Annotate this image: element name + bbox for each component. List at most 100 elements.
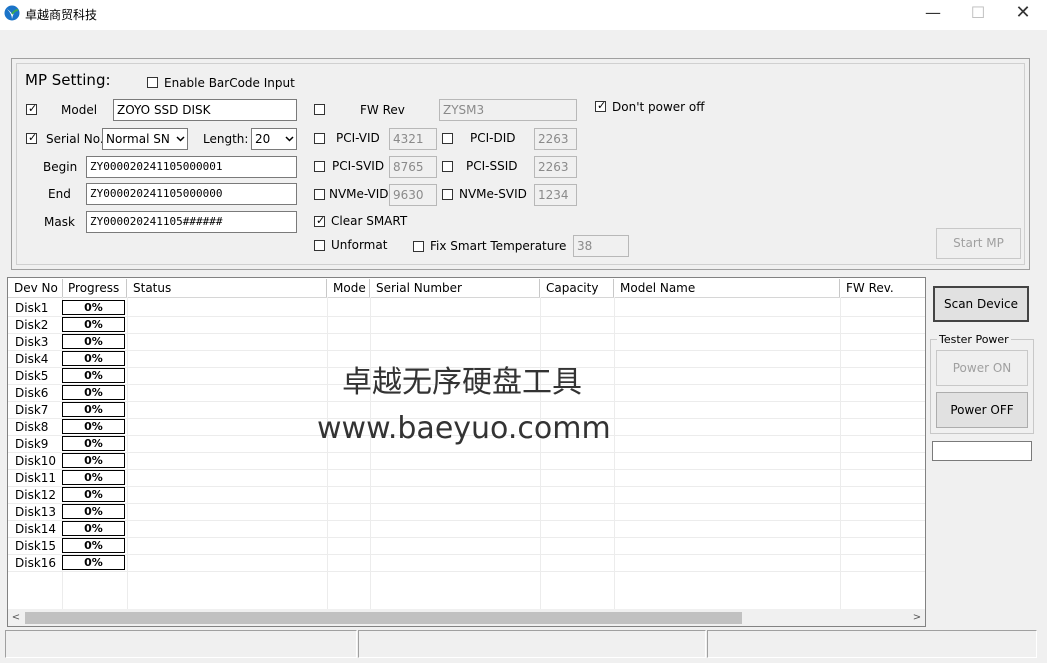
nvme-svid-checkbox[interactable] bbox=[442, 189, 453, 200]
table-row-dev-no[interactable]: Disk10 bbox=[15, 454, 56, 468]
scrollbar-thumb[interactable] bbox=[25, 612, 742, 624]
column-header-fw-rev[interactable]: FW Rev. bbox=[840, 279, 925, 297]
table-row-dev-no[interactable]: Disk12 bbox=[15, 488, 56, 502]
column-header-mode[interactable]: Mode bbox=[327, 279, 370, 297]
column-gridline bbox=[614, 297, 615, 609]
column-header-model-name[interactable]: Model Name bbox=[614, 279, 840, 297]
nvme-vid-checkbox[interactable] bbox=[314, 189, 325, 200]
table-row-dev-no[interactable]: Disk9 bbox=[15, 437, 48, 451]
progress-bar: 0% bbox=[62, 521, 125, 536]
progress-bar: 0% bbox=[62, 334, 125, 349]
pci-svid-input[interactable]: 8765 bbox=[389, 156, 437, 178]
pci-did-checkbox[interactable] bbox=[442, 133, 453, 144]
table-row-dev-no[interactable]: Disk11 bbox=[15, 471, 56, 485]
mask-label: Mask bbox=[44, 215, 75, 229]
scan-device-button[interactable]: Scan Device bbox=[933, 286, 1029, 322]
column-header-status[interactable]: Status bbox=[127, 279, 327, 297]
dont-power-off-checkbox[interactable]: ✓ bbox=[595, 99, 607, 112]
maximize-button[interactable]: ☐ bbox=[955, 0, 1001, 28]
progress-bar: 0% bbox=[62, 300, 125, 315]
table-row-dev-no[interactable]: Disk13 bbox=[15, 505, 56, 519]
header-divider bbox=[8, 297, 925, 298]
clear-smart-label: Clear SMART bbox=[331, 214, 408, 228]
nvme-vid-input[interactable]: 9630 bbox=[389, 184, 437, 206]
fw-rev-checkbox[interactable] bbox=[314, 104, 325, 115]
nvme-svid-label: NVMe-SVID bbox=[459, 187, 527, 201]
checkmark-icon: ✓ bbox=[28, 102, 38, 115]
close-button[interactable]: ✕ bbox=[1000, 0, 1046, 28]
row-gridline bbox=[8, 554, 925, 555]
table-row-dev-no[interactable]: Disk5 bbox=[15, 369, 48, 383]
status-bar-panel-3 bbox=[707, 630, 1037, 658]
enable-barcode-checkbox[interactable] bbox=[147, 77, 158, 88]
column-gridline bbox=[540, 297, 541, 609]
row-gridline bbox=[8, 350, 925, 351]
checkmark-icon: ✓ bbox=[597, 99, 607, 112]
pci-ssid-input[interactable]: 2263 bbox=[534, 156, 577, 178]
scroll-right-icon[interactable]: > bbox=[910, 610, 924, 625]
pci-vid-input[interactable]: 4321 bbox=[389, 128, 437, 150]
progress-bar: 0% bbox=[62, 453, 125, 468]
fix-smart-temp-checkbox[interactable] bbox=[413, 241, 424, 252]
table-row-dev-no[interactable]: Disk16 bbox=[15, 556, 56, 570]
serial-mode-select[interactable]: Normal SN bbox=[102, 128, 188, 150]
fix-smart-temp-input[interactable]: 38 bbox=[573, 235, 629, 257]
minimize-button[interactable]: — bbox=[910, 0, 956, 28]
pci-svid-label: PCI-SVID bbox=[332, 159, 385, 173]
row-gridline bbox=[8, 469, 925, 470]
power-on-button[interactable]: Power ON bbox=[936, 350, 1028, 386]
pci-svid-checkbox[interactable] bbox=[314, 161, 325, 172]
column-header-serial-number[interactable]: Serial Number bbox=[370, 279, 540, 297]
length-value: 20 bbox=[255, 132, 271, 146]
end-label: End bbox=[48, 187, 71, 201]
enable-barcode-label: Enable BarCode Input bbox=[164, 76, 295, 90]
window-title: 卓越商贸科技 bbox=[25, 8, 98, 22]
length-select[interactable]: 20 bbox=[251, 128, 297, 150]
pci-did-label: PCI-DID bbox=[470, 131, 516, 145]
end-input[interactable]: ZY000020241105000000 bbox=[86, 183, 297, 205]
start-mp-button[interactable]: Start MP bbox=[936, 228, 1021, 259]
mask-input[interactable]: ZY000020241105###### bbox=[86, 211, 297, 233]
column-header-capacity[interactable]: Capacity bbox=[540, 279, 614, 297]
progress-bar: 0% bbox=[62, 504, 125, 519]
column-gridline bbox=[370, 297, 371, 609]
pci-vid-label: PCI-VID bbox=[336, 131, 380, 145]
row-gridline bbox=[8, 486, 925, 487]
table-row-dev-no[interactable]: Disk6 bbox=[15, 386, 48, 400]
table-row-dev-no[interactable]: Disk14 bbox=[15, 522, 56, 536]
pci-ssid-checkbox[interactable] bbox=[442, 161, 453, 172]
column-header-progress[interactable]: Progress bbox=[62, 279, 127, 297]
table-row-dev-no[interactable]: Disk15 bbox=[15, 539, 56, 553]
column-header-dev-no[interactable]: Dev No bbox=[8, 279, 63, 297]
serial-label: Serial No. bbox=[46, 132, 104, 146]
unformat-checkbox[interactable] bbox=[314, 240, 325, 251]
table-row-dev-no[interactable]: Disk1 bbox=[15, 301, 48, 315]
model-input[interactable]: ZOYO SSD DISK bbox=[113, 99, 297, 121]
pci-ssid-label: PCI-SSID bbox=[466, 159, 518, 173]
table-row-dev-no[interactable]: Disk7 bbox=[15, 403, 48, 417]
scroll-left-icon[interactable]: < bbox=[9, 610, 23, 625]
table-row-dev-no[interactable]: Disk4 bbox=[15, 352, 48, 366]
table-row-dev-no[interactable]: Disk3 bbox=[15, 335, 48, 349]
table-row-dev-no[interactable]: Disk8 bbox=[15, 420, 48, 434]
begin-input[interactable]: ZY000020241105000001 bbox=[86, 156, 297, 178]
checkmark-icon: ✓ bbox=[316, 214, 326, 227]
progress-bar: 0% bbox=[62, 317, 125, 332]
nvme-svid-input[interactable]: 1234 bbox=[534, 184, 577, 206]
unformat-label: Unformat bbox=[331, 238, 388, 252]
progress-bar: 0% bbox=[62, 419, 125, 434]
fw-rev-input[interactable]: ZYSM3 bbox=[439, 99, 577, 121]
clear-smart-checkbox[interactable]: ✓ bbox=[314, 214, 326, 227]
table-row-dev-no[interactable]: Disk2 bbox=[15, 318, 48, 332]
row-gridline bbox=[8, 537, 925, 538]
power-off-button[interactable]: Power OFF bbox=[936, 392, 1028, 428]
pci-did-input[interactable]: 2263 bbox=[534, 128, 577, 150]
progress-bar: 0% bbox=[62, 385, 125, 400]
progress-bar: 0% bbox=[62, 436, 125, 451]
status-bar-panel-1 bbox=[5, 630, 357, 658]
progress-bar: 0% bbox=[62, 470, 125, 485]
pci-vid-checkbox[interactable] bbox=[314, 133, 325, 144]
row-gridline bbox=[8, 452, 925, 453]
serial-checkbox[interactable]: ✓ bbox=[26, 131, 37, 144]
model-checkbox[interactable]: ✓ bbox=[26, 102, 38, 115]
